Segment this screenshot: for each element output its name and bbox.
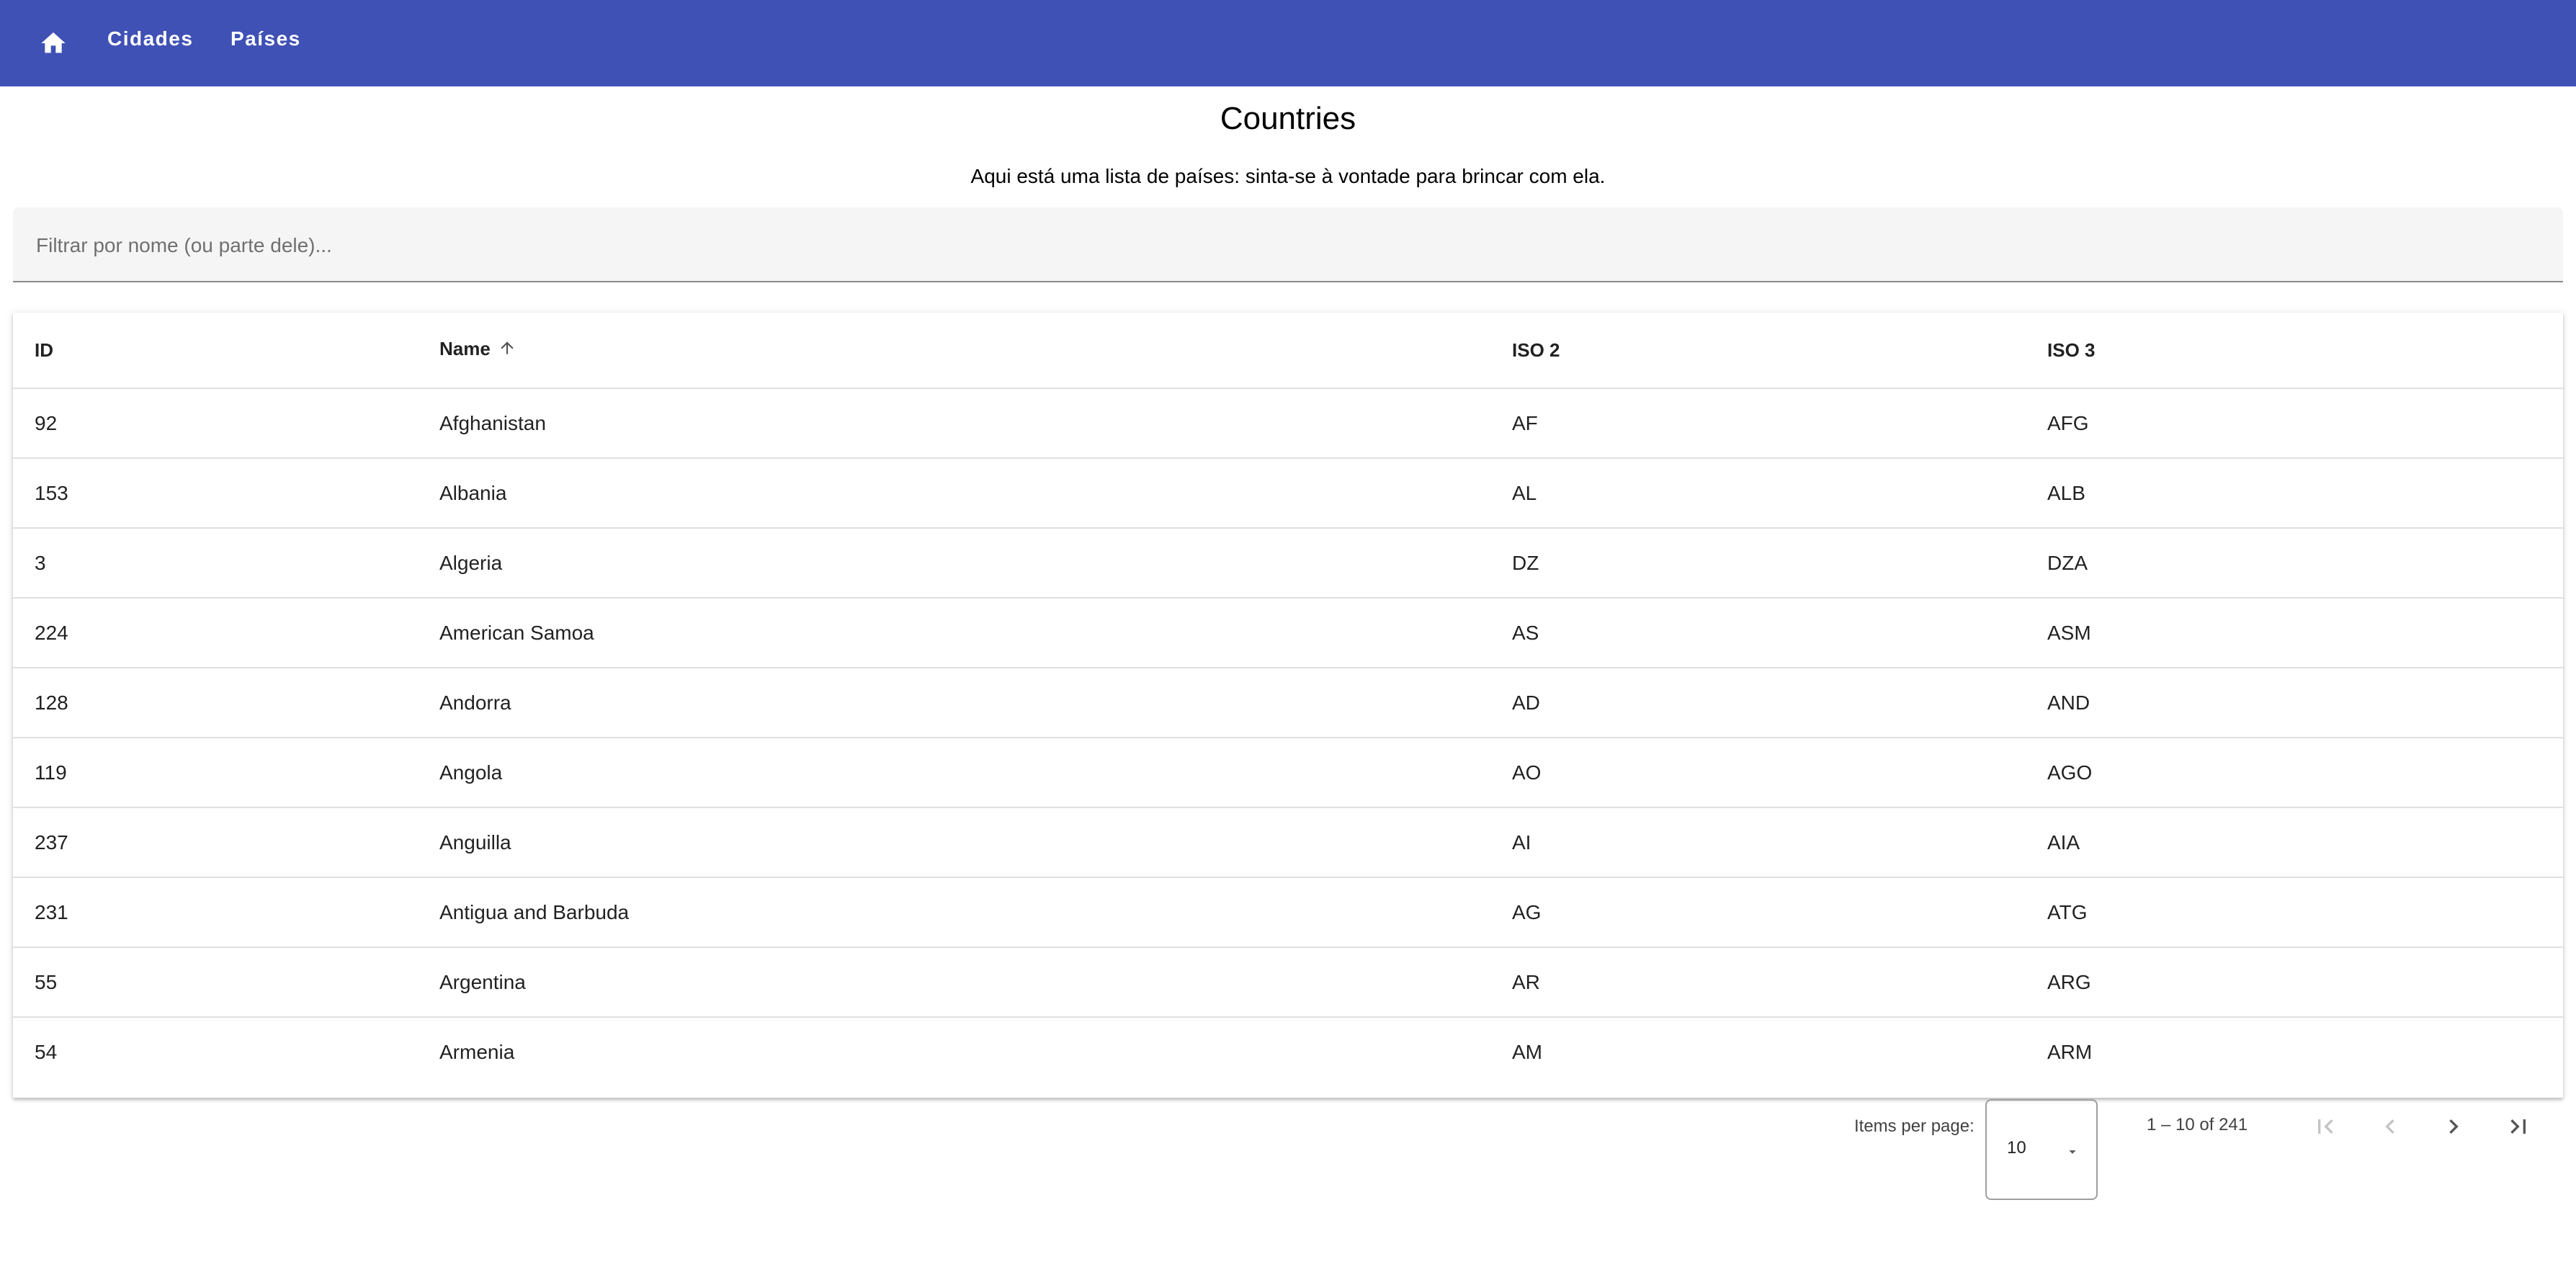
- table-row[interactable]: 231 Antigua and Barbuda AG ATG: [13, 877, 2563, 948]
- dropdown-arrow-icon: [2065, 1144, 2080, 1163]
- cell-id: 153: [13, 458, 418, 529]
- home-button[interactable]: [32, 22, 75, 65]
- items-per-page-select[interactable]: 10: [1985, 1099, 2098, 1200]
- table-row[interactable]: 153 Albania AL ALB: [13, 458, 2563, 529]
- nav-link-cidades[interactable]: Cidades: [107, 27, 193, 50]
- column-header-name[interactable]: Name: [418, 313, 1490, 389]
- top-toolbar: Cidades Países: [0, 0, 2576, 86]
- cell-iso2: AI: [1490, 807, 2026, 878]
- table-header-row: ID Name ISO 2 ISO 3: [13, 313, 2563, 389]
- cell-iso3: ASM: [2026, 598, 2563, 668]
- cell-name: Andorra: [418, 668, 1490, 738]
- page-title: Countries: [1220, 101, 1356, 136]
- cell-iso2: AR: [1490, 947, 2026, 1018]
- cell-name: Armenia: [439, 1040, 515, 1063]
- table-row[interactable]: 224 American Samoa AS ASM: [13, 598, 2563, 668]
- column-header-iso2[interactable]: ISO 2: [1490, 313, 2026, 389]
- cell-id: 128: [13, 668, 418, 738]
- countries-table-card: ID Name ISO 2 ISO 3 92 Afghanistan AF AFG 15…: [13, 313, 2563, 1098]
- cell-iso2: AF: [1490, 388, 2026, 459]
- table-row[interactable]: 54 Armenia AM ARM: [13, 1017, 2563, 1086]
- cell-name: Algeria: [418, 528, 1490, 599]
- paginator: Items per page: 1 – 10 of 241: [0, 1098, 2576, 1155]
- cell-name: Anguilla: [418, 807, 1490, 878]
- filter-field[interactable]: [13, 207, 2563, 282]
- column-header-iso3[interactable]: ISO 3: [2026, 313, 2563, 389]
- table-row[interactable]: 237 Anguilla AI AIA: [13, 807, 2563, 878]
- cell-iso3: AFG: [2026, 388, 2563, 459]
- cell-iso3: ATG: [2026, 877, 2563, 948]
- range-label: 1 – 10 of 241: [2147, 1115, 2248, 1134]
- cell-iso2: AL: [1490, 458, 2026, 529]
- cell-iso2: DZ: [1490, 528, 2026, 599]
- page-subtitle: Aqui está uma lista de países: sinta-se …: [970, 165, 1606, 187]
- table-row[interactable]: 55 Argentina AR ARG: [13, 947, 2563, 1018]
- next-page-button[interactable]: [2432, 1105, 2475, 1148]
- cell-iso2: AS: [1490, 598, 2026, 668]
- table-row[interactable]: 119 Angola AO AGO: [13, 738, 2563, 808]
- cell-id: 224: [13, 598, 418, 668]
- cell-iso2: AM: [1512, 1040, 1542, 1063]
- last-page-button[interactable]: [2497, 1105, 2540, 1148]
- first-page-icon: [2318, 1119, 2333, 1134]
- cell-id: 92: [13, 388, 418, 459]
- cell-iso3: ALB: [2026, 458, 2563, 529]
- table-row[interactable]: 92 Afghanistan AF AFG: [13, 388, 2563, 459]
- cell-iso3: ARM: [2047, 1040, 2093, 1063]
- cell-iso3: AIA: [2026, 807, 2563, 878]
- cell-id: 237: [13, 807, 418, 878]
- arrow-up-icon: [498, 339, 516, 362]
- chevron-right-icon: [2449, 1119, 2459, 1134]
- cell-iso3: ARG: [2026, 947, 2563, 1018]
- cell-id: 231: [13, 877, 418, 948]
- table-body: 92 Afghanistan AF AFG 153 Albania AL ALB 3 Algeri…: [13, 388, 2563, 1086]
- home-icon: [41, 32, 66, 53]
- cell-name: Argentina: [418, 947, 1490, 1018]
- chevron-left-icon: [2385, 1119, 2394, 1134]
- cell-iso2: AD: [1490, 668, 2026, 738]
- cell-name: Antigua and Barbuda: [418, 877, 1490, 948]
- filter-input[interactable]: [35, 229, 2544, 262]
- table-row[interactable]: 3 Algeria DZ DZA: [13, 528, 2563, 599]
- cell-iso2: AO: [1490, 738, 2026, 808]
- cell-iso3: AND: [2026, 668, 2563, 738]
- countries-table: ID Name ISO 2 ISO 3 92 Afghanistan AF AFG 15…: [13, 313, 2563, 1086]
- cell-id: 54: [35, 1040, 58, 1063]
- cell-id: 119: [13, 738, 418, 808]
- column-header-id[interactable]: ID: [13, 313, 418, 389]
- table-row[interactable]: 128 Andorra AD AND: [13, 668, 2563, 738]
- cell-id: 55: [13, 947, 418, 1018]
- cell-name: Afghanistan: [418, 388, 1490, 459]
- cell-name: Angola: [418, 738, 1490, 808]
- first-page-button[interactable]: [2304, 1105, 2347, 1148]
- cell-name: Albania: [418, 458, 1490, 529]
- cell-iso2: AG: [1490, 877, 2026, 948]
- cell-iso3: DZA: [2026, 528, 2563, 599]
- previous-page-button[interactable]: [2369, 1105, 2412, 1148]
- items-per-page-value: 10: [2007, 1138, 2026, 1158]
- cell-iso3: AGO: [2026, 738, 2563, 808]
- cell-name: American Samoa: [418, 598, 1490, 668]
- last-page-icon: [2510, 1119, 2526, 1134]
- items-per-page-label: Items per page:: [1854, 1116, 1975, 1136]
- cell-id: 3: [13, 528, 418, 599]
- nav-link-paises[interactable]: Países: [231, 27, 301, 50]
